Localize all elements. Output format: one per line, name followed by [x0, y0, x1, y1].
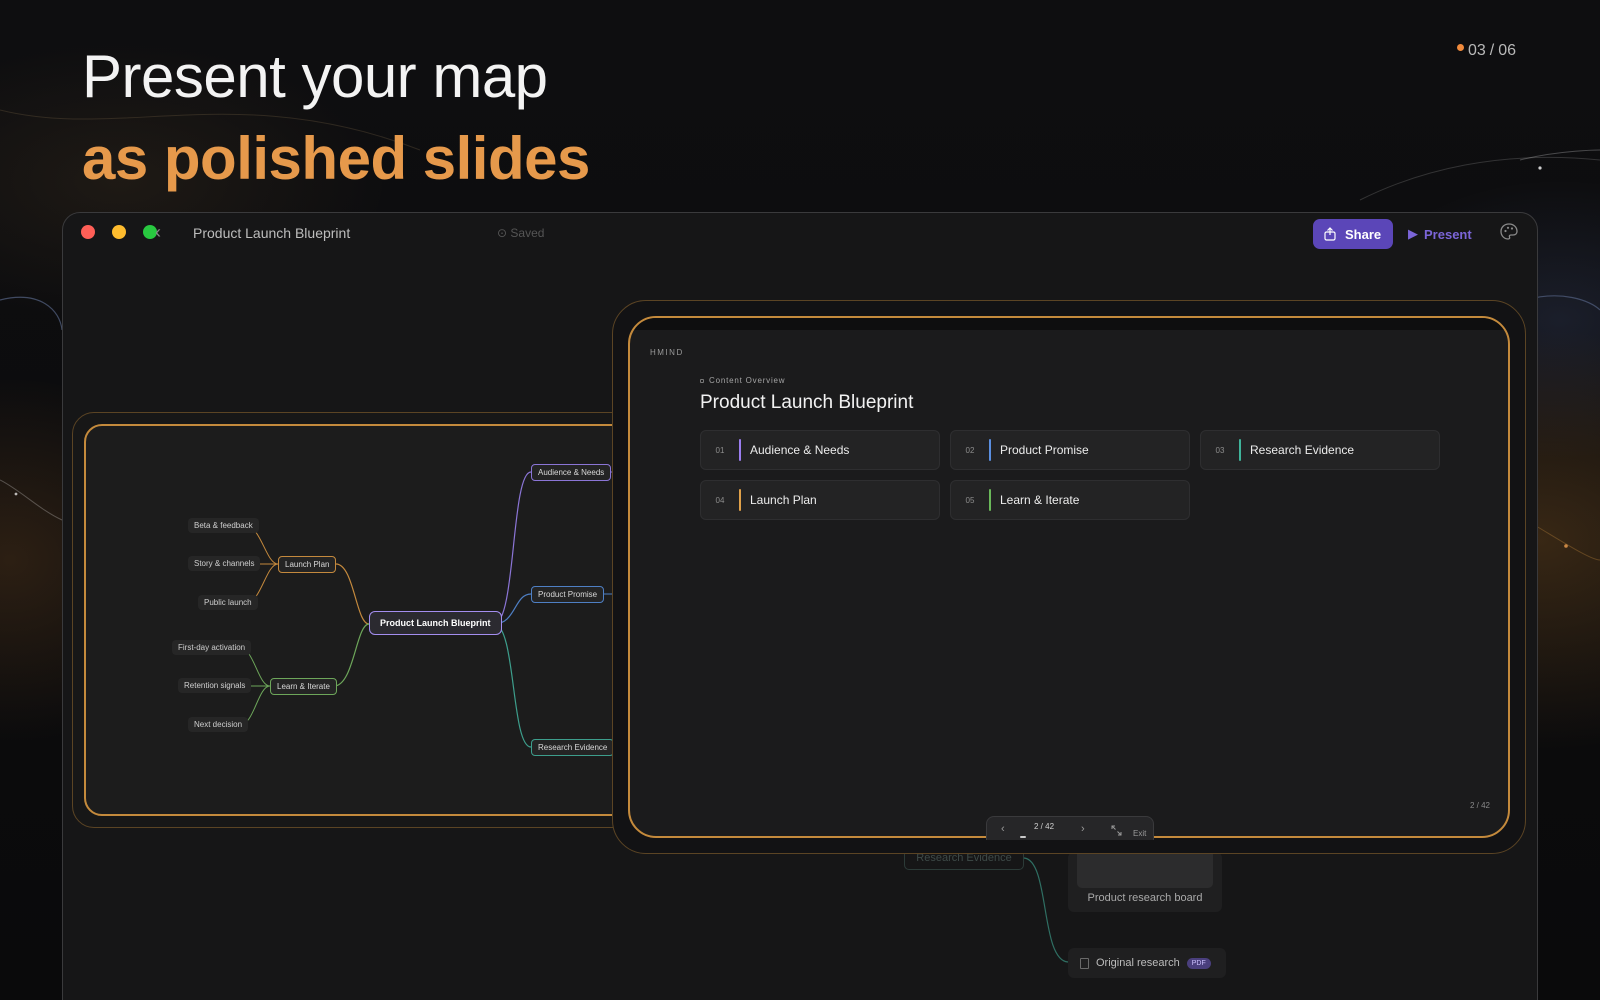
card-label: Learn & Iterate	[1000, 493, 1080, 507]
slide-top-bar	[630, 318, 1508, 330]
present-button[interactable]: ▶ Present	[1398, 219, 1482, 249]
overview-card[interactable]: 01 Audience & Needs	[700, 430, 940, 470]
card-accent-bar	[989, 439, 991, 461]
card-number: 04	[715, 495, 725, 505]
section-label-text: Content Overview	[709, 376, 786, 385]
card-accent-bar	[989, 489, 991, 511]
hero-headline: Present your map	[82, 43, 548, 110]
research-board-thumbnail	[1077, 852, 1213, 888]
back-chevron-icon[interactable]: ‹	[155, 222, 161, 243]
mindmap-subtopic[interactable]: Story & channels	[188, 556, 261, 571]
pdf-badge: PDF	[1186, 957, 1211, 969]
card-label: Launch Plan	[750, 493, 817, 507]
section-marker-icon	[700, 378, 704, 383]
progress-indicator	[1020, 836, 1026, 838]
overview-card[interactable]: 04 Launch Plan	[700, 480, 940, 520]
mindmap-subtopic[interactable]: Next decision	[188, 717, 249, 732]
card-accent-bar	[739, 439, 741, 461]
card-number: 02	[965, 445, 975, 455]
original-research-attachment[interactable]: Original research PDF	[1068, 948, 1226, 978]
slide-counter: 03 / 06	[1456, 42, 1516, 60]
card-number: 03	[1215, 445, 1225, 455]
saved-status-text: Saved	[510, 226, 545, 240]
saved-status: ⊙ Saved	[497, 226, 545, 240]
card-number: 01	[715, 445, 725, 455]
minimize-window-button[interactable]	[112, 225, 126, 239]
mindmap-subtopic[interactable]: Retention signals	[178, 678, 252, 693]
overview-card[interactable]: 03 Research Evidence	[1200, 430, 1440, 470]
present-label: Present	[1424, 226, 1472, 242]
mindmap-topic-launch-plan[interactable]: Launch Plan	[278, 556, 337, 573]
share-label: Share	[1345, 226, 1382, 242]
hero-subheadline: as polished slides	[82, 125, 590, 192]
mindmap-topic-product-promise[interactable]: Product Promise	[531, 586, 605, 603]
counter-separator: /	[1489, 42, 1495, 59]
mindmap-topic-learn-iterate[interactable]: Learn & Iterate	[270, 678, 337, 695]
controls-page-indicator: 2 / 42	[1034, 822, 1055, 831]
mindmap-canvas: Product Launch Blueprint Launch Plan Lea…	[84, 424, 684, 816]
mindmap-subtopic[interactable]: First-day activation	[172, 640, 252, 655]
card-label: Research Evidence	[1250, 443, 1355, 457]
play-icon: ▶	[1408, 226, 1418, 241]
research-board-label: Product research board	[1087, 892, 1203, 904]
card-label: Audience & Needs	[750, 443, 850, 457]
document-title: Product Launch Blueprint	[193, 225, 351, 241]
card-accent-bar	[739, 489, 741, 511]
mindmap-topic-research-evidence[interactable]: Research Evidence	[531, 739, 615, 756]
share-button[interactable]: Share	[1313, 219, 1394, 249]
mindmap-topic-audience-needs[interactable]: Audience & Needs	[531, 464, 612, 481]
close-window-button[interactable]	[81, 225, 95, 239]
mindmap-subtopic[interactable]: Public launch	[198, 595, 258, 610]
previous-slide-button[interactable]: ‹	[1001, 823, 1005, 835]
section-label: Content Overview	[700, 376, 785, 385]
slide-page-number: 2 / 42	[1469, 801, 1490, 810]
document-icon	[1080, 957, 1089, 969]
brand-label: HMIND	[650, 348, 684, 357]
attachment-name: Original research	[1096, 957, 1180, 969]
mindmap-central-topic[interactable]: Product Launch Blueprint	[369, 611, 502, 635]
overview-card[interactable]: 02 Product Promise	[950, 430, 1190, 470]
share-icon	[1324, 227, 1336, 241]
fullscreen-icon[interactable]	[1111, 825, 1122, 836]
exit-button[interactable]: Exit	[1133, 829, 1146, 838]
overview-card[interactable]: 05 Learn & Iterate	[950, 480, 1190, 520]
next-slide-button[interactable]: ›	[1081, 823, 1085, 835]
counter-current: 03	[1467, 42, 1486, 59]
presentation-controls: ‹ 2 / 42 › Exit	[986, 816, 1154, 840]
card-accent-bar	[1239, 439, 1241, 461]
palette-icon[interactable]	[1499, 222, 1519, 242]
slide-title: Product Launch Blueprint	[700, 392, 914, 413]
counter-total: 06	[1498, 42, 1516, 59]
counter-dot	[1456, 43, 1464, 51]
card-number: 05	[965, 495, 975, 505]
mindmap-subtopic[interactable]: Beta & feedback	[188, 518, 259, 533]
presentation-slide: HMIND Content Overview Product Launch Bl…	[628, 316, 1510, 838]
title-bar: ‹ Product Launch Blueprint ⊙ Saved Share…	[63, 213, 1537, 255]
card-label: Product Promise	[1000, 443, 1089, 457]
